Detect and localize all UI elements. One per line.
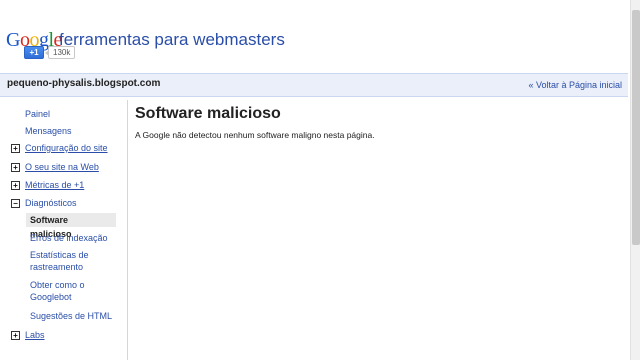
status-message: A Google não detectou nenhum software ma… [135,130,375,140]
expand-icon[interactable]: + [11,163,20,172]
expand-icon[interactable]: + [11,181,20,190]
plusone-button[interactable]: +1 [24,45,44,59]
sidebar-item-label: Configuração do site [25,143,108,153]
sidebar-nav: Painel Mensagens + Configuração do site … [0,100,128,360]
sidebar-item-configuracao[interactable]: + Configuração do site [11,142,108,154]
back-to-home-link[interactable]: « Voltar à Página inicial [528,80,622,90]
sidebar-item-mensagens[interactable]: Mensagens [25,125,72,137]
sidebar-item-label: O seu site na Web [25,162,99,172]
site-url: pequeno-physalis.blogspot.com [7,78,161,89]
sidebar-item-diagnosticos[interactable]: − Diagnósticos [11,197,77,209]
collapse-icon[interactable]: − [11,199,20,208]
header: Google ferramentas para webmasters +1 13… [0,0,630,72]
sidebar-item-metricas[interactable]: + Métricas de +1 [11,179,85,191]
plusone-count: 130k [44,45,76,59]
sidebar-item-label: Métricas de +1 [25,180,85,190]
site-bar: pequeno-physalis.blogspot.com « Voltar à… [0,73,628,97]
sidebar-item-label: Labs [25,330,45,340]
sidebar-item-sugestoes-html[interactable]: Sugestões de HTML [30,310,112,322]
page-title: Software malicioso [135,105,281,122]
scrollbar-thumb[interactable] [632,10,640,245]
vertical-scrollbar[interactable] [630,0,640,360]
product-name: ferramentas para webmasters [59,30,285,49]
sidebar-item-painel[interactable]: Painel [25,108,50,120]
expand-icon[interactable]: + [11,331,20,340]
sidebar-item-software-malicioso[interactable]: Software malicioso [26,213,116,239]
sidebar-item-labs[interactable]: + Labs [11,329,45,341]
main-content: Software malicioso A Google não detectou… [135,100,625,360]
sidebar-item-label: Diagnósticos [25,198,77,208]
expand-icon[interactable]: + [11,144,20,153]
sidebar-item-obter-googlebot[interactable]: Obter como o Googlebot [30,279,100,303]
logo-letter: G [6,29,20,51]
plusone-widget: +1 130k [24,45,76,59]
sidebar-item-estatisticas[interactable]: Estatísticas de rastreamento [30,249,110,273]
sidebar-item-site-na-web[interactable]: + O seu site na Web [11,161,99,173]
sidebar-item-erros-indexacao[interactable]: Erros de indexação [30,232,108,244]
